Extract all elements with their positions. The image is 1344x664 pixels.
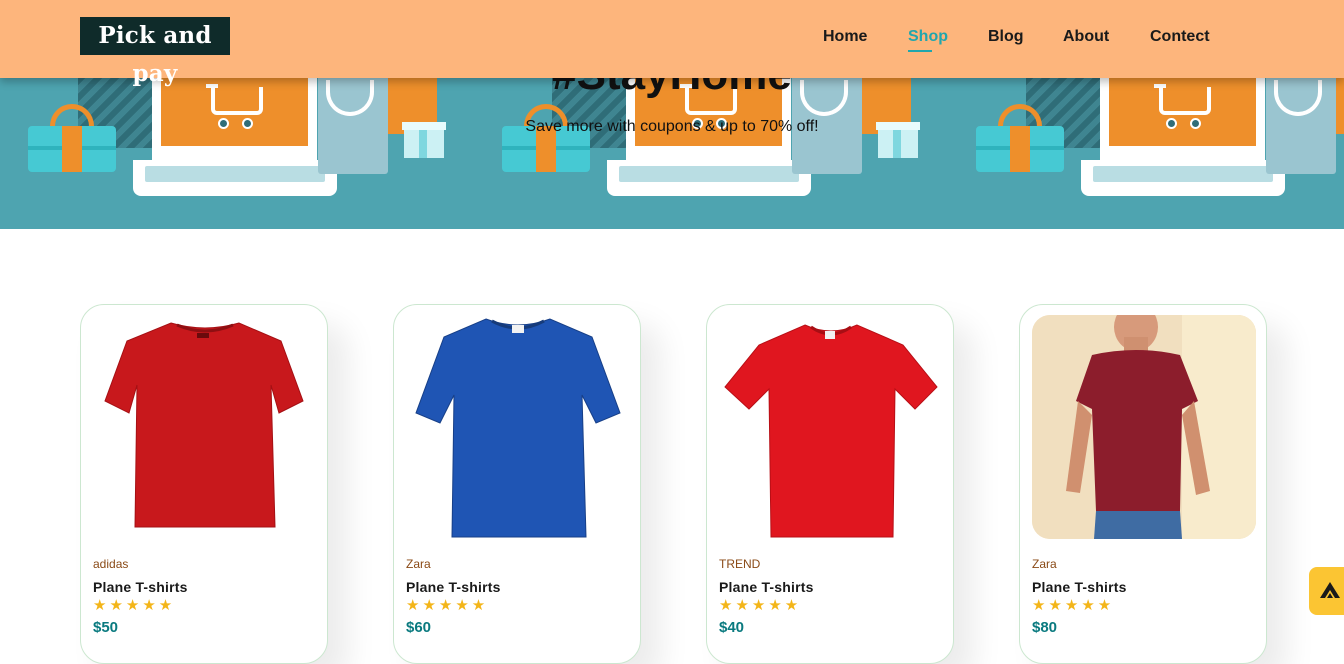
product-name: Plane T-shirts xyxy=(406,579,501,595)
star-rating: ★★★★★ xyxy=(1032,597,1115,614)
product-price: $50 xyxy=(93,619,119,636)
product-card[interactable]: Zara Plane T-shirts ★★★★★ $60 xyxy=(393,304,641,664)
product-brand: adidas xyxy=(93,557,129,571)
nav-shop[interactable]: Shop xyxy=(908,28,948,52)
product-image[interactable] xyxy=(406,315,630,539)
star-rating: ★★★★★ xyxy=(93,597,176,614)
nav-contact[interactable]: Contect xyxy=(1150,28,1210,46)
product-image[interactable] xyxy=(93,315,317,539)
star-rating: ★★★★★ xyxy=(406,597,489,614)
main-nav: Home Shop Blog About Contect xyxy=(0,28,1344,52)
star-rating: ★★★★★ xyxy=(719,597,802,614)
product-name: Plane T-shirts xyxy=(93,579,188,595)
product-price: $80 xyxy=(1032,619,1058,636)
nav-blog[interactable]: Blog xyxy=(988,28,1024,46)
product-image[interactable] xyxy=(719,315,943,539)
floating-action-button[interactable] xyxy=(1309,567,1344,615)
site-header: Pick and pay Home Shop Blog About Contec… xyxy=(0,0,1344,87)
product-brand: Zara xyxy=(1032,557,1057,571)
product-brand: Zara xyxy=(406,557,431,571)
product-card[interactable]: Zara Plane T-shirts ★★★★★ $80 xyxy=(1019,304,1267,664)
product-card[interactable]: adidas Plane T-shirts ★★★★★ $50 xyxy=(80,304,328,664)
triangle-logo-icon xyxy=(1320,582,1340,598)
product-card[interactable]: TREND Plane T-shirts ★★★★★ $40 xyxy=(706,304,954,664)
product-price: $40 xyxy=(719,619,745,636)
nav-about[interactable]: About xyxy=(1063,28,1109,46)
product-name: Plane T-shirts xyxy=(719,579,814,595)
hero-subtitle: Save more with coupons & up to 70% off! xyxy=(525,118,819,135)
product-name: Plane T-shirts xyxy=(1032,579,1127,595)
product-image[interactable] xyxy=(1032,315,1256,539)
product-price: $60 xyxy=(406,619,432,636)
product-brand: TREND xyxy=(719,557,761,571)
nav-home[interactable]: Home xyxy=(823,28,867,46)
